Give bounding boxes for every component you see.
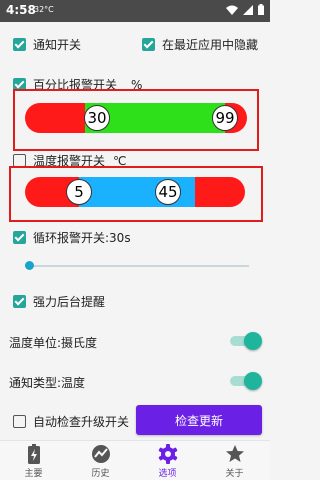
temp-unit-row: 温度单位:摄氏度 (9, 334, 97, 351)
hide-recent-checkbox[interactable] (142, 38, 155, 51)
strong-reminder-label: 强力后台提醒 (33, 295, 106, 309)
chart-icon (91, 445, 110, 463)
nav-label-main: 主要 (24, 469, 43, 479)
strong-reminder-checkbox[interactable] (13, 295, 26, 308)
nav-label-options: 选项 (158, 469, 177, 479)
auto-update-label: 自动检查升级开关 (33, 415, 130, 429)
bottom-nav: 主要 历史 选项 关于 (0, 440, 270, 480)
temp-range-high-segment (195, 177, 245, 207)
hide-recent-label: 在最近应用中隐藏 (162, 38, 259, 52)
notify-type-toggle-thumb (244, 372, 262, 390)
temp-unit-toggle-thumb (244, 332, 262, 350)
temp-low-knob[interactable]: 5 (66, 179, 92, 205)
loop-alarm-label: 循环报警开关:30s (33, 231, 131, 245)
status-icons (226, 4, 264, 15)
status-temperature: 32°C (34, 5, 54, 14)
auto-update-row[interactable]: 自动检查升级开关 (13, 413, 129, 430)
percent-high-knob[interactable]: 99 (212, 105, 238, 131)
strong-reminder-row[interactable]: 强力后台提醒 (13, 293, 105, 310)
nav-item-about[interactable]: 关于 (201, 441, 268, 480)
temp-unit-toggle[interactable] (228, 332, 262, 350)
notify-switch-checkbox[interactable] (13, 38, 26, 51)
percent-low-knob[interactable]: 30 (84, 105, 110, 131)
wifi-icon (226, 5, 238, 15)
nav-item-main[interactable]: 主要 (0, 441, 67, 480)
temp-range-slider[interactable] (25, 177, 245, 207)
status-time: 4:58 (6, 3, 36, 17)
notify-switch-label: 通知开关 (33, 38, 82, 52)
hide-recent-row[interactable]: 在最近应用中隐藏 (142, 36, 258, 53)
loop-alarm-checkbox[interactable] (13, 231, 26, 244)
loop-interval-slider-thumb[interactable] (25, 261, 34, 270)
notify-type-label: 通知类型:温度 (9, 376, 86, 390)
gear-icon (158, 444, 177, 464)
loop-alarm-row[interactable]: 循环报警开关:30s (13, 229, 131, 246)
battery-icon (27, 444, 40, 464)
signal-icon (243, 4, 253, 15)
nav-label-about: 关于 (225, 469, 244, 479)
status-bar: 4:58 32°C (0, 0, 270, 22)
percent-range-low-segment (25, 103, 85, 133)
star-icon (225, 445, 244, 462)
battery-status-icon (258, 4, 264, 15)
check-update-button[interactable]: 检查更新 (136, 405, 262, 435)
temp-unit-label: 温度单位:摄氏度 (9, 336, 98, 350)
nav-item-options[interactable]: 选项 (134, 441, 201, 480)
nav-label-history: 历史 (91, 469, 110, 479)
notify-switch-row[interactable]: 通知开关 (13, 36, 81, 53)
notify-type-toggle[interactable] (228, 372, 262, 390)
auto-update-checkbox[interactable] (13, 415, 26, 428)
temp-high-knob[interactable]: 45 (155, 179, 181, 205)
nav-item-history[interactable]: 历史 (67, 441, 134, 480)
notify-type-row: 通知类型:温度 (9, 374, 85, 391)
loop-interval-slider-track[interactable] (25, 265, 249, 267)
